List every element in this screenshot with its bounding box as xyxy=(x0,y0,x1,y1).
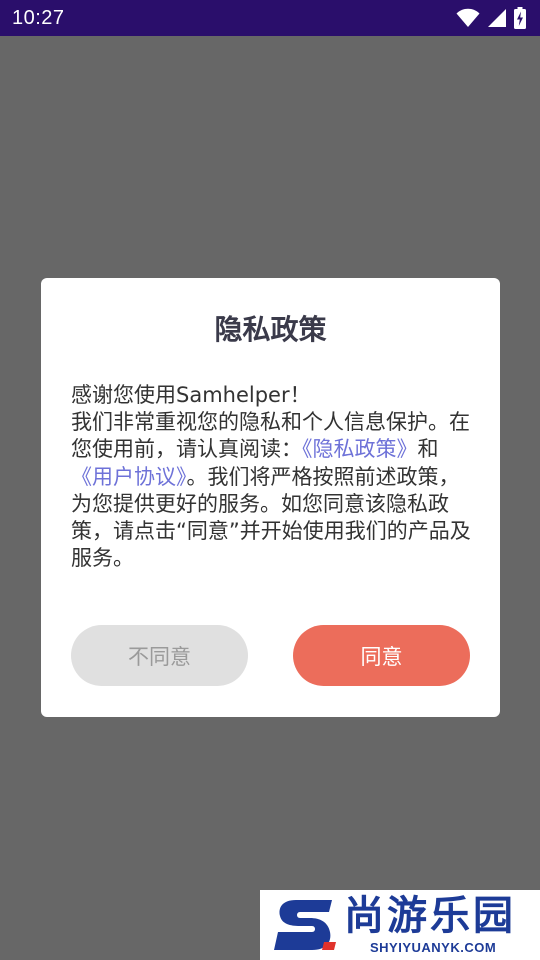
signal-icon xyxy=(487,8,507,28)
site-watermark: 尚游乐园 SHYIYUANYK.COM xyxy=(260,890,540,960)
status-bar: 10:27 xyxy=(0,0,540,36)
dialog-body: 感谢您使用Samhelper！ 我们非常重视您的隐私和个人信息保护。在您使用前，请… xyxy=(71,382,471,572)
battery-charging-icon xyxy=(514,7,526,29)
watermark-name: 尚游乐园 xyxy=(344,893,516,939)
and-text: 和 xyxy=(417,437,439,462)
privacy-policy-link[interactable]: 《隐私政策》 xyxy=(302,437,418,461)
wifi-icon xyxy=(456,8,480,28)
dialog-title: 隐私政策 xyxy=(214,313,327,346)
status-icons xyxy=(456,7,528,29)
watermark-logo-icon xyxy=(274,896,336,958)
user-agreement-link[interactable]: 《用户协议》 xyxy=(71,465,187,489)
greeting-text: 感谢您使用Samhelper！ xyxy=(71,383,311,407)
privacy-dialog: 隐私政策 感谢您使用Samhelper！ 我们非常重视您的隐私和个人信息保护。在您… xyxy=(41,278,500,717)
disagree-button[interactable]: 不同意 xyxy=(71,625,248,686)
watermark-url: SHYIYUANYK.COM xyxy=(370,940,497,955)
agree-button[interactable]: 同意 xyxy=(293,625,470,686)
status-time: 10:27 xyxy=(12,6,65,29)
